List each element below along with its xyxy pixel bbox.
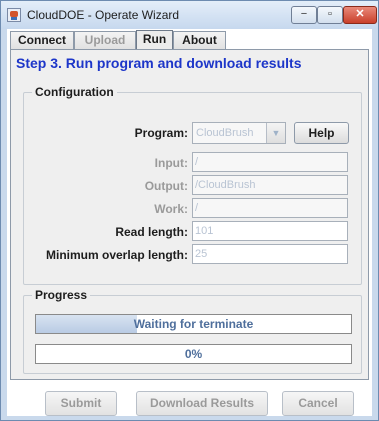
cancel-button[interactable]: Cancel bbox=[282, 391, 354, 416]
percent-progress-bar: 0% bbox=[35, 344, 352, 364]
read-length-field[interactable]: 101 bbox=[192, 221, 348, 241]
min-overlap-label: Minimum overlap length: bbox=[45, 248, 188, 262]
tab-run[interactable]: Run bbox=[136, 30, 173, 50]
percent-progress-text: 0% bbox=[184, 347, 203, 361]
program-select-value: CloudBrush bbox=[196, 127, 254, 139]
progress-group-title: Progress bbox=[32, 288, 91, 302]
configuration-group: Configuration Program: CloudBrush ▼ Help… bbox=[23, 85, 362, 285]
title-bar[interactable]: CloudDOE - Operate Wizard − ▫ ✕ bbox=[1, 1, 378, 29]
progress-group: Progress Waiting for terminate 0% bbox=[23, 288, 362, 374]
work-label: Work: bbox=[154, 202, 188, 216]
wizard-window: CloudDOE - Operate Wizard − ▫ ✕ Connect … bbox=[0, 0, 379, 421]
chevron-down-icon[interactable]: ▼ bbox=[266, 123, 285, 143]
input-label: Input: bbox=[154, 156, 188, 170]
minimize-button[interactable]: − bbox=[291, 6, 317, 24]
step-title: Step 3. Run program and download results bbox=[16, 55, 302, 71]
program-label: Program: bbox=[134, 126, 188, 140]
window-content: Connect Upload Run About Step 3. Run pro… bbox=[7, 29, 372, 416]
program-select[interactable]: CloudBrush ▼ bbox=[192, 122, 286, 144]
download-results-button[interactable]: Download Results bbox=[136, 391, 268, 416]
status-progress-bar: Waiting for terminate bbox=[35, 314, 352, 334]
input-field[interactable]: / bbox=[192, 152, 348, 172]
output-label: Output: bbox=[144, 179, 188, 193]
tab-about[interactable]: About bbox=[173, 31, 226, 49]
output-field[interactable]: /CloudBrush bbox=[192, 175, 348, 195]
help-button[interactable]: Help bbox=[294, 122, 349, 144]
status-progress-text: Waiting for terminate bbox=[133, 317, 254, 331]
read-length-label: Read length: bbox=[115, 225, 188, 239]
work-field[interactable]: / bbox=[192, 198, 348, 218]
tab-upload[interactable]: Upload bbox=[74, 31, 136, 49]
submit-button[interactable]: Submit bbox=[45, 391, 117, 416]
close-button[interactable]: ✕ bbox=[343, 6, 377, 24]
tab-connect[interactable]: Connect bbox=[10, 31, 74, 49]
window-title: CloudDOE - Operate Wizard bbox=[27, 8, 180, 22]
min-overlap-field[interactable]: 25 bbox=[192, 244, 348, 264]
run-panel: Step 3. Run program and download results… bbox=[10, 49, 369, 380]
maximize-button[interactable]: ▫ bbox=[317, 6, 343, 24]
configuration-group-title: Configuration bbox=[32, 85, 117, 99]
app-icon bbox=[7, 8, 21, 22]
